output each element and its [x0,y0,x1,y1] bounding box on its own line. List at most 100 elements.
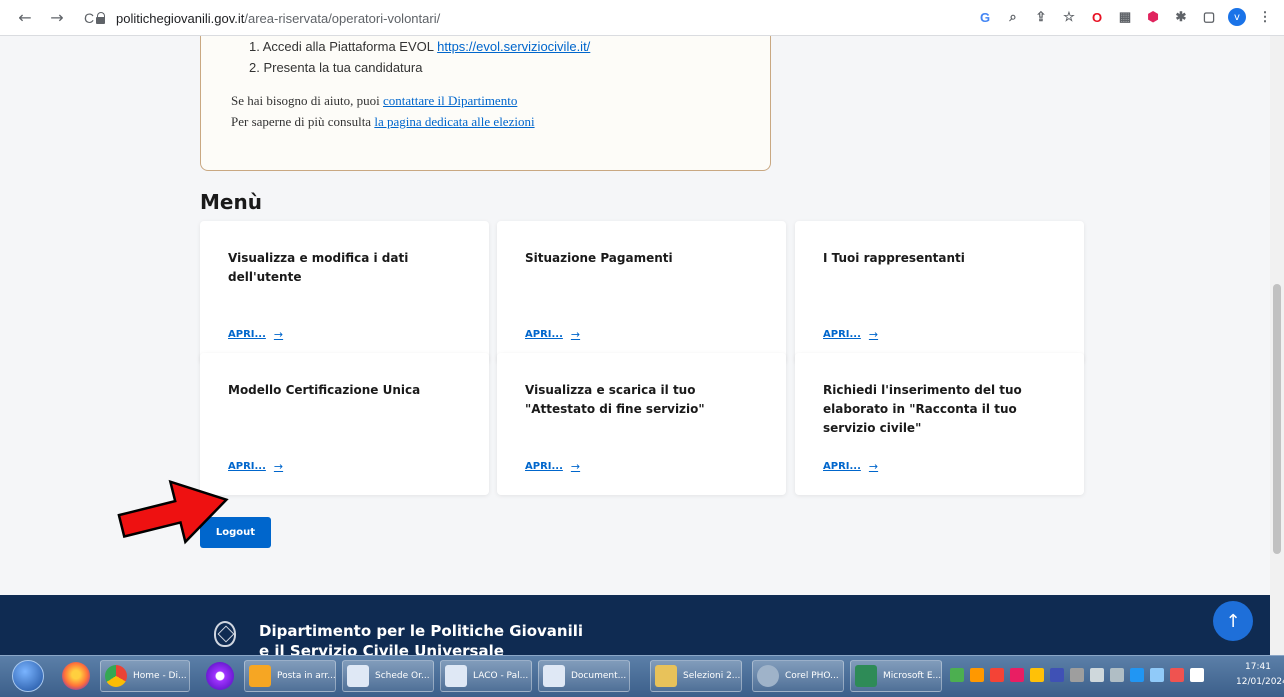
card-certificazione-unica: Modello Certificazione Unica APRI... → [200,353,489,495]
arrow-right-icon: → [868,460,879,473]
taskbar-label: Home - Di... [133,671,187,681]
volume-icon[interactable] [1110,668,1124,682]
word-doc-icon [445,665,467,687]
firefox-icon[interactable] [62,662,90,690]
extension-calendar-icon[interactable]: ▦ [1116,8,1134,26]
tray-app-icon[interactable] [950,668,964,682]
steps-list: 1. Accedi alla Piattaforma EVOL https://… [249,36,590,78]
arrow-right-icon: → [273,328,284,341]
bookmark-star-icon[interactable]: ☆ [1060,8,1078,26]
footer-title-line-2: e il Servizio Civile Universale [259,642,504,655]
open-link-label[interactable]: APRI... [823,461,861,472]
taskbar-label: Corel PHO... [785,671,839,681]
evol-link[interactable]: https://evol.serviziocivile.it/ [437,39,590,54]
taskbar-item-word-2[interactable]: LACO - Pal... [440,660,532,692]
elections-page-link[interactable]: la pagina dedicata alle elezioni [374,114,534,129]
taskbar-item-folder[interactable]: Selezioni 2... [650,660,742,692]
card-representatives: I Tuoi rappresentanti APRI... → [795,221,1084,363]
tray-app-icon[interactable] [1070,668,1084,682]
open-link-label[interactable]: APRI... [228,461,266,472]
scroll-to-top-button[interactable]: ↑ [1213,601,1253,641]
flag-icon[interactable] [1190,668,1204,682]
card-attestato: Visualizza e scarica il tuo "Attestato d… [497,353,786,495]
browser-toolbar: ← → C politichegiovanili.gov.it/area-ris… [0,0,1284,36]
taskbar-item-word-3[interactable]: Document... [538,660,630,692]
extensions-bar: G ⌕ ⇪ ☆ O ▦ ⬢ ✱ ▢ v ⋮ [976,8,1274,26]
card-title: I Tuoi rappresentanti [823,251,965,265]
contact-link[interactable]: contattare il Dipartimento [383,93,517,108]
url-text[interactable]: politichegiovanili.gov.it/area-riservata… [116,11,440,26]
tray-app-icon[interactable] [1050,668,1064,682]
open-link[interactable]: APRI... → [228,328,283,341]
arrow-right-icon: → [570,328,581,341]
card-title: Situazione Pagamenti [525,251,673,265]
mail-icon [249,665,271,687]
word-doc-icon [543,665,565,687]
card-racconta: Richiedi l'inserimento del tuo elaborato… [795,353,1084,495]
corel-icon [757,665,779,687]
clock-time: 17:41 [1245,662,1271,672]
taskbar-item-corel[interactable]: Corel PHO... [752,660,844,692]
red-arrow-annotation [117,479,229,545]
tray-app-icon[interactable] [990,668,1004,682]
clock[interactable]: 17:41 12/01/2024 [1236,660,1284,690]
card-title: Richiedi l'inserimento del tuo elaborato… [823,383,1022,435]
open-link[interactable]: APRI... → [823,328,878,341]
lock-icon [96,12,106,24]
back-icon[interactable]: ← [14,7,36,29]
taskbar: Home - Di... Posta in arr... Schede Or..… [0,655,1284,697]
tray-app-icon[interactable] [1150,668,1164,682]
step-2: 2. Presenta la tua candidatura [249,60,423,75]
arrow-right-icon: → [273,460,284,473]
vpn-icon[interactable] [206,662,234,690]
taskbar-item-chrome[interactable]: Home - Di... [100,660,190,692]
sidepanel-icon[interactable]: ▢ [1200,8,1218,26]
opera-icon[interactable]: O [1088,8,1106,26]
tray-app-icon[interactable] [1010,668,1024,682]
republic-emblem-icon [214,621,236,647]
footer-title: Dipartimento per le Politiche Giovanili … [259,621,583,655]
excel-icon [855,665,877,687]
taskbar-item-excel[interactable]: Microsoft E... [850,660,942,692]
share-icon[interactable]: ⇪ [1032,8,1050,26]
open-link-label[interactable]: APRI... [823,329,861,340]
puzzle-icon[interactable]: ✱ [1172,8,1190,26]
chrome-icon [105,665,127,687]
network-icon[interactable] [1090,668,1104,682]
open-link-label[interactable]: APRI... [228,329,266,340]
step-1-text: 1. Accedi alla Piattaforma EVOL [249,39,438,54]
tray-app-icon[interactable] [970,668,984,682]
folder-icon [655,665,677,687]
card-payments: Situazione Pagamenti APRI... → [497,221,786,363]
help-line-2-text: Per saperne di più consulta [231,114,375,129]
help-line-1-text: Se hai bisogno di aiuto, puoi [231,93,384,108]
taskbar-label: Microsoft E... [883,671,941,681]
taskbar-label: Posta in arr... [277,671,335,681]
footer: Dipartimento per le Politiche Giovanili … [0,595,1270,655]
system-tray [950,668,1204,682]
taskbar-item-mail[interactable]: Posta in arr... [244,660,336,692]
scrollbar-thumb[interactable] [1273,284,1281,554]
open-link[interactable]: APRI... → [823,460,878,473]
page-scrollbar[interactable] [1270,36,1284,655]
help-text: Se hai bisogno di aiuto, puoi contattare… [231,90,535,132]
forward-icon[interactable]: → [46,7,68,29]
zoom-icon[interactable]: ⌕ [1004,8,1022,26]
open-link-label[interactable]: APRI... [525,461,563,472]
url-path: /area-riservata/operatori-volontari/ [244,10,441,26]
tray-app-icon[interactable] [1130,668,1144,682]
card-title: Visualizza e scarica il tuo "Attestato d… [525,383,705,416]
adblock-icon[interactable]: ⬢ [1144,8,1162,26]
open-link[interactable]: APRI... → [525,328,580,341]
profile-avatar[interactable]: v [1228,8,1246,26]
start-button[interactable] [12,660,44,692]
tray-app-icon[interactable] [1030,668,1044,682]
taskbar-label: Document... [571,671,627,681]
tray-app-icon[interactable] [1170,668,1184,682]
open-link[interactable]: APRI... → [228,460,283,473]
taskbar-item-word-1[interactable]: Schede Or... [342,660,434,692]
open-link[interactable]: APRI... → [525,460,580,473]
open-link-label[interactable]: APRI... [525,329,563,340]
menu-kebab-icon[interactable]: ⋮ [1256,8,1274,26]
google-icon[interactable]: G [976,8,994,26]
